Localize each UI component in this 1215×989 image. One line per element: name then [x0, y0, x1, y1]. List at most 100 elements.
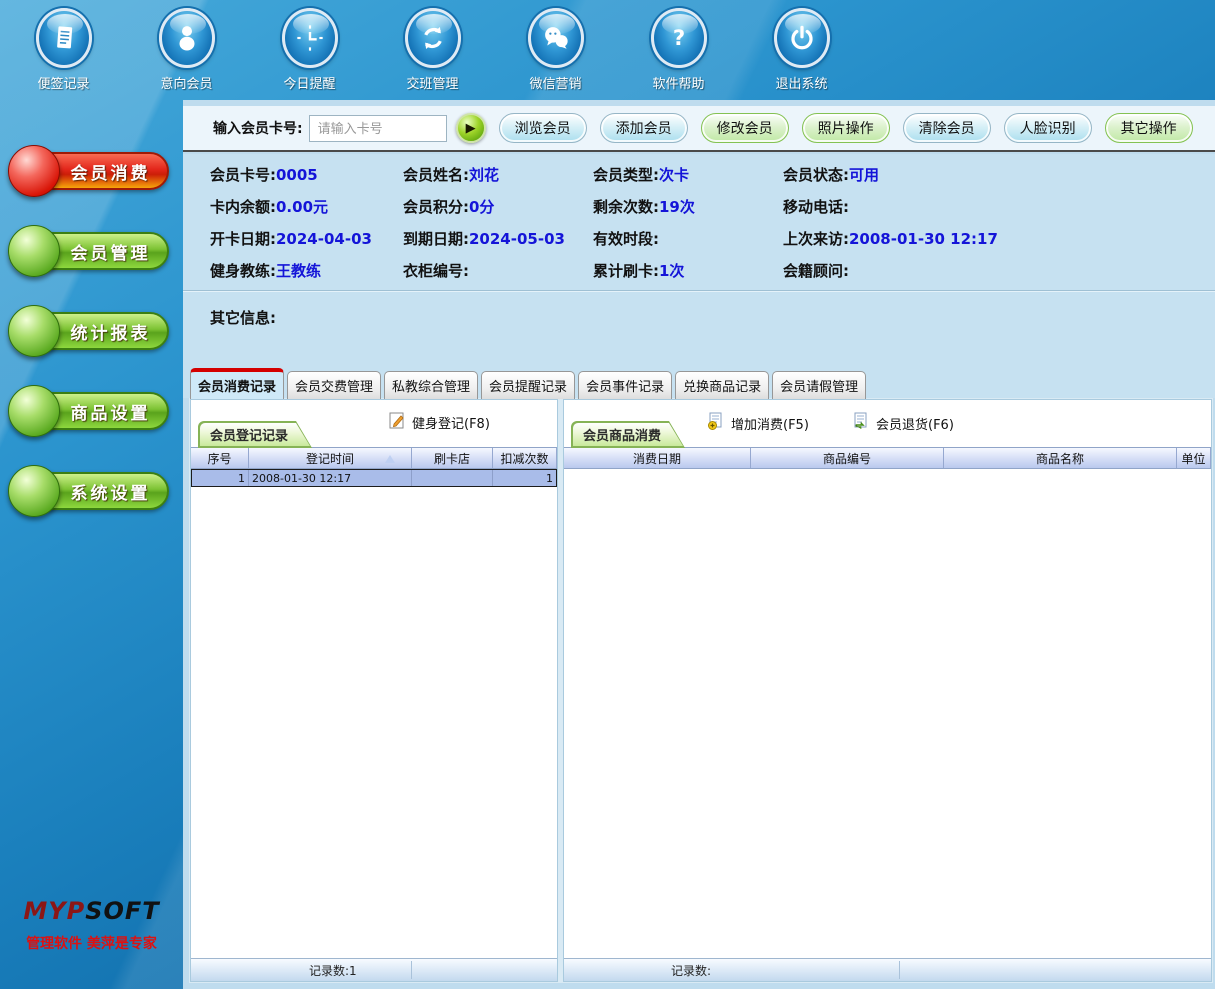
info-value: 0分 — [469, 198, 494, 216]
info-value: 19次 — [659, 198, 695, 216]
browse-member-button[interactable]: 浏览会员 — [499, 113, 587, 143]
column-header-1[interactable]: 商品编号 — [751, 448, 944, 468]
card-number-label: 输入会员卡号: — [213, 118, 303, 138]
sidebar-item-statistics-reports[interactable]: 统计报表 — [8, 305, 173, 357]
consume-panel: 会员商品消费 增加消费(F5) 会员退货(F6) 消费日期商品编号商品名称单位 — [563, 399, 1212, 982]
info-label: 累计刷卡: — [593, 262, 659, 280]
info-field-11: 上次来访:2008-01-30 12:17 — [783, 228, 1211, 249]
info-label: 剩余次数: — [593, 198, 659, 216]
tab-4[interactable]: 会员事件记录 — [578, 371, 672, 399]
table-row[interactable]: 12008-01-30 12:171 — [191, 469, 557, 487]
tab-2[interactable]: 私教综合管理 — [384, 371, 478, 399]
info-value: 2008-01-30 12:17 — [849, 230, 998, 248]
sidebar-item-product-settings[interactable]: 商品设置 — [8, 385, 173, 437]
table-cell: 1 — [493, 470, 556, 486]
sidebar-item-system-settings[interactable]: 系统设置 — [8, 465, 173, 517]
tab-6[interactable]: 会员请假管理 — [772, 371, 866, 399]
sidebar-buttons: 会员消费会员管理统计报表商品设置系统设置 — [0, 100, 183, 517]
info-field-10: 有效时段: — [593, 228, 783, 249]
clear-member-button[interactable]: 清除会员 — [903, 113, 991, 143]
sort-ascending-icon — [385, 455, 395, 463]
toolbar-item-today-reminders[interactable]: 今日提醒 — [248, 0, 371, 100]
column-header-3[interactable]: 扣减次数 — [493, 448, 557, 468]
info-field-15: 会籍顾问: — [783, 260, 1211, 281]
info-field-7: 移动电话: — [783, 196, 1211, 217]
checkin-status-bar: 记录数:1 — [191, 958, 557, 981]
return-goods-button[interactable]: 会员退货(F6) — [852, 412, 954, 434]
other-info-label: 其它信息: — [210, 309, 276, 327]
checkin-table-body: 12008-01-30 12:171 — [191, 469, 557, 958]
member-search-toolbar: 输入会员卡号: ▶ 浏览会员添加会员修改会员照片操作清除会员人脸识别其它操作 — [183, 106, 1215, 152]
info-label: 开卡日期: — [210, 230, 276, 248]
member-info-area: 会员卡号:0005会员姓名:刘花会员类型:次卡会员状态:可用卡内余额:0.00元… — [183, 154, 1215, 398]
status-divider — [899, 961, 900, 979]
info-label: 有效时段: — [593, 230, 659, 248]
tab-0[interactable]: 会员消费记录 — [190, 368, 284, 399]
member-info-grid: 会员卡号:0005会员姓名:刘花会员类型:次卡会员状态:可用卡内余额:0.00元… — [210, 158, 1211, 286]
info-value: 王教练 — [276, 262, 321, 280]
tab-1[interactable]: 会员交费管理 — [287, 371, 381, 399]
info-value: 2024-04-03 — [276, 230, 372, 248]
other-ops-button[interactable]: 其它操作 — [1105, 113, 1193, 143]
toolbar-item-label: 软件帮助 — [652, 73, 704, 92]
wechat-icon — [528, 8, 584, 68]
consume-panel-header: 会员商品消费 增加消费(F5) 会员退货(F6) — [564, 400, 1211, 447]
toolbar-item-label: 今日提醒 — [283, 73, 335, 92]
toolbar-item-prospective-members[interactable]: 意向会员 — [125, 0, 248, 100]
tab-5[interactable]: 兑换商品记录 — [675, 371, 769, 399]
search-go-button[interactable]: ▶ — [456, 113, 486, 143]
power-icon — [774, 8, 830, 68]
info-value: 1次 — [659, 262, 684, 280]
info-label: 到期日期: — [403, 230, 469, 248]
toolbar-item-exit-system[interactable]: 退出系统 — [740, 0, 863, 100]
sidebar-item-member-consume[interactable]: 会员消费 — [8, 145, 173, 197]
info-value: 0005 — [276, 166, 318, 184]
face-recognition-button[interactable]: 人脸识别 — [1004, 113, 1092, 143]
column-header-0[interactable]: 序号 — [191, 448, 249, 468]
column-header-0[interactable]: 消费日期 — [564, 448, 751, 468]
info-label: 会员状态: — [783, 166, 849, 184]
status-divider — [411, 961, 412, 979]
sidebar: 会员消费会员管理统计报表商品设置系统设置 MYPSOFT 管理软件 美萍是专家 — [0, 100, 183, 989]
info-field-0: 会员卡号:0005 — [210, 164, 403, 185]
add-consume-icon — [707, 412, 725, 434]
photo-ops-button[interactable]: 照片操作 — [802, 113, 890, 143]
edit-member-button[interactable]: 修改会员 — [701, 113, 789, 143]
tab-3[interactable]: 会员提醒记录 — [481, 371, 575, 399]
main-area: 输入会员卡号: ▶ 浏览会员添加会员修改会员照片操作清除会员人脸识别其它操作 会… — [183, 100, 1215, 989]
toolbar-item-label: 退出系统 — [775, 73, 827, 92]
toolbar-item-wechat-marketing[interactable]: 微信营销 — [494, 0, 617, 100]
gym-checkin-button[interactable]: 健身登记(F8) — [389, 412, 490, 433]
info-label: 衣柜编号: — [403, 262, 469, 280]
checkin-panel-tab[interactable]: 会员登记记录 — [198, 421, 312, 448]
checkin-record-count: 记录数:1 — [309, 962, 357, 979]
sphere-icon — [8, 145, 60, 197]
info-field-9: 到期日期:2024-05-03 — [403, 228, 593, 249]
info-value: 刘花 — [469, 166, 499, 184]
consume-status-bar: 记录数: — [564, 958, 1211, 981]
toolbar-item-notes[interactable]: 便签记录 — [2, 0, 125, 100]
column-header-2[interactable]: 商品名称 — [944, 448, 1177, 468]
info-label: 会员姓名: — [403, 166, 469, 184]
toolbar-item-shift-management[interactable]: 交班管理 — [371, 0, 494, 100]
add-member-button[interactable]: 添加会员 — [600, 113, 688, 143]
column-header-2[interactable]: 刷卡店 — [412, 448, 493, 468]
add-consume-button[interactable]: 增加消费(F5) — [707, 412, 809, 434]
info-label: 会员类型: — [593, 166, 659, 184]
column-header-1[interactable]: 登记时间 — [249, 448, 412, 468]
info-field-14: 累计刷卡:1次 — [593, 260, 783, 281]
info-field-8: 开卡日期:2024-04-03 — [210, 228, 403, 249]
consume-record-count: 记录数: — [671, 962, 711, 979]
consume-panel-tab[interactable]: 会员商品消费 — [571, 421, 685, 448]
play-icon: ▶ — [466, 121, 476, 136]
clock-icon — [282, 8, 338, 68]
brand-logo-primary: MYP — [23, 897, 85, 925]
card-number-input[interactable] — [309, 115, 447, 142]
column-header-3[interactable]: 单位 — [1177, 448, 1211, 468]
sidebar-item-member-manage[interactable]: 会员管理 — [8, 225, 173, 277]
info-label: 会员积分: — [403, 198, 469, 216]
shift-refresh-icon — [405, 8, 461, 68]
checkin-panel-header: 会员登记记录 健身登记(F8) — [191, 400, 557, 447]
table-cell: 2008-01-30 12:17 — [249, 470, 412, 486]
toolbar-item-software-help[interactable]: ?软件帮助 — [617, 0, 740, 100]
